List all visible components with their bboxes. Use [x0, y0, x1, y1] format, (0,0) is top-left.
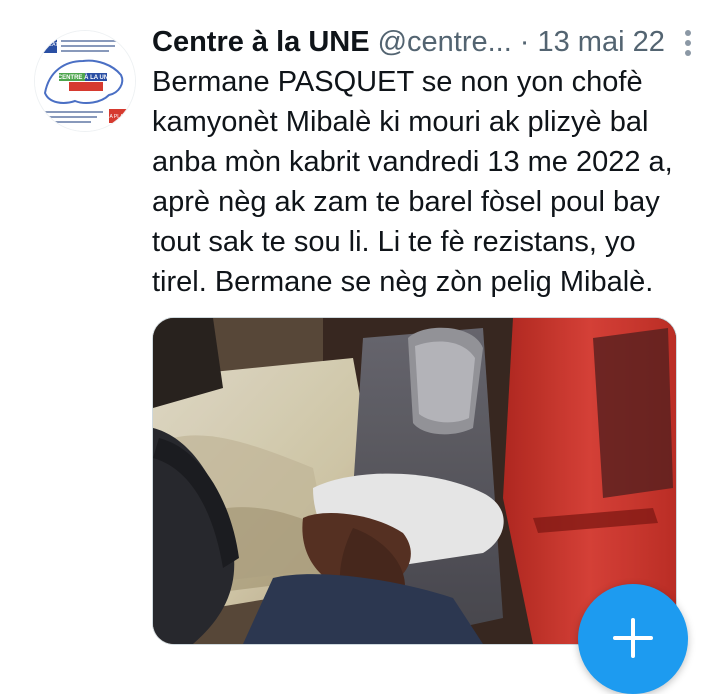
user-handle[interactable]: @centre... — [378, 26, 512, 59]
tweet-text-line: anba mòn kabrit vandredi 13 me 2022 a, — [152, 146, 673, 178]
more-dot — [685, 40, 691, 46]
tweet-text-line: tout sak te sou li. Li te fè rezistans, … — [152, 226, 636, 258]
tweet-header: Centre à la UNE @centre... · 13 mai 22 — [152, 22, 696, 62]
display-name[interactable]: Centre à la UNE — [152, 26, 370, 59]
logo-wo-text: WO PLATO — [36, 42, 62, 48]
more-dot — [685, 50, 691, 56]
tweet-date[interactable]: 13 mai 22 — [537, 26, 664, 59]
compose-tweet-button[interactable] — [578, 584, 688, 694]
tweet-text: Bermane PASQUET se non yon chofè kamyonè… — [152, 62, 692, 302]
tweet-text-line: kamyonèt Mibalè ki mouri ak plizyè bal — [152, 106, 649, 138]
photo-graphic — [153, 318, 676, 644]
avatar[interactable]: WO PLATO CENTRE À LA UNE BA PLATO — [34, 30, 136, 132]
plus-icon — [613, 618, 653, 658]
logo-ba-text: BA PLATO — [106, 114, 130, 120]
tweet[interactable]: WO PLATO CENTRE À LA UNE BA PLATO Centre… — [0, 0, 720, 694]
logo-une-text: CENTRE À LA UNE — [58, 74, 112, 81]
more-dot — [685, 30, 691, 36]
tweet-text-line: Bermane PASQUET se non yon chofè — [152, 66, 643, 98]
more-vertical-icon[interactable] — [684, 30, 692, 56]
tweet-text-line: tirel. Bermane se nèg zòn pelig Mibalè. — [152, 266, 654, 298]
centre-a-la-une-logo: WO PLATO CENTRE À LA UNE BA PLATO — [35, 31, 135, 131]
separator-dot: · — [519, 25, 530, 58]
tweet-text-line: aprè nèg ak zam te barel fòsel poul bay — [152, 186, 660, 218]
